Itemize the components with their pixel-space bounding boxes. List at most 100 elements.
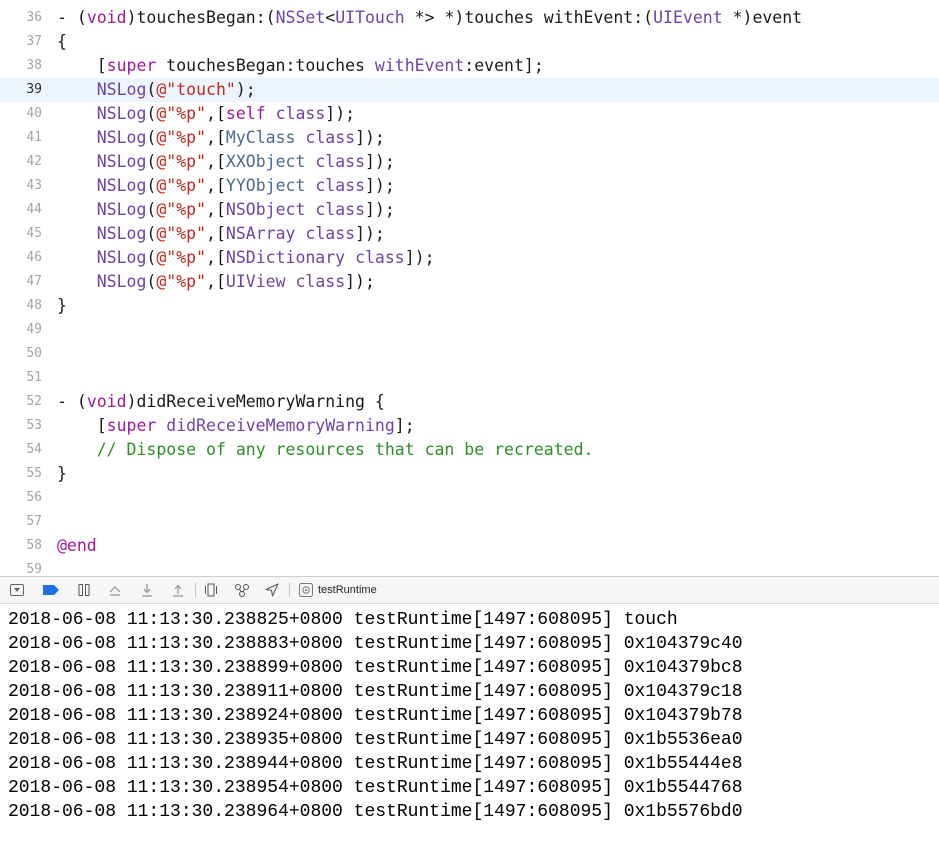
code-line[interactable]: 56 bbox=[0, 486, 939, 510]
code-text[interactable]: @end bbox=[57, 534, 97, 558]
code-line[interactable]: 46 NSLog(@"%p",[NSDictionary class]); bbox=[0, 246, 939, 270]
line-number[interactable]: 40 bbox=[0, 102, 42, 126]
console-log-line: 2018-06-08 11:13:30.238911+0800 testRunt… bbox=[8, 682, 743, 702]
step-over-button[interactable] bbox=[106, 582, 124, 598]
code-text[interactable]: // Dispose of any resources that can be … bbox=[57, 438, 594, 462]
code-text[interactable]: NSLog(@"%p",[XXObject class]); bbox=[57, 150, 395, 174]
simulate-location-button[interactable] bbox=[263, 582, 281, 598]
line-number[interactable]: 50 bbox=[0, 342, 42, 366]
code-line[interactable]: 53 [super didReceiveMemoryWarning]; bbox=[0, 414, 939, 438]
line-number[interactable]: 37 bbox=[0, 30, 42, 54]
line-number[interactable]: 44 bbox=[0, 198, 42, 222]
code-line[interactable]: 48} bbox=[0, 294, 939, 318]
code-token: - ( bbox=[57, 8, 87, 27]
code-line[interactable]: 38 [super touchesBegan:touches withEvent… bbox=[0, 54, 939, 78]
target-label[interactable]: testRuntime bbox=[318, 583, 377, 597]
hide-debug-area-button[interactable] bbox=[8, 582, 26, 598]
code-token: class bbox=[295, 272, 346, 291]
code-token: UIEvent bbox=[653, 8, 723, 27]
code-line[interactable]: 52 - (void)didReceiveMemoryWarning { bbox=[0, 390, 939, 414]
code-token: NSArray bbox=[225, 224, 296, 243]
line-number[interactable]: 54 bbox=[0, 438, 42, 462]
code-text[interactable]: } bbox=[57, 462, 67, 486]
code-text[interactable]: NSLog(@"%p",[self class]); bbox=[57, 102, 355, 126]
code-line[interactable]: 49 bbox=[0, 318, 939, 342]
code-line[interactable]: 43 NSLog(@"%p",[YYObject class]); bbox=[0, 174, 939, 198]
code-line[interactable]: 42 NSLog(@"%p",[XXObject class]); bbox=[0, 150, 939, 174]
pause-button[interactable] bbox=[75, 582, 93, 598]
code-token: ]); bbox=[365, 152, 395, 171]
code-line[interactable]: 51 bbox=[0, 366, 939, 390]
console-output[interactable]: 2018-06-08 11:13:30.238825+0800 testRunt… bbox=[0, 604, 939, 850]
code-line[interactable]: 44 NSLog(@"%p",[NSObject class]); bbox=[0, 198, 939, 222]
line-number[interactable]: 57 bbox=[0, 510, 42, 534]
line-number[interactable]: 42 bbox=[0, 150, 42, 174]
code-text[interactable]: [super didReceiveMemoryWarning]; bbox=[57, 414, 415, 438]
code-text[interactable]: NSLog(@"touch"); bbox=[57, 78, 256, 102]
line-number[interactable]: 38 bbox=[0, 54, 42, 78]
line-number[interactable]: 36 bbox=[0, 6, 42, 30]
code-line[interactable]: 40 NSLog(@"%p",[self class]); bbox=[0, 102, 939, 126]
code-text[interactable]: [super touchesBegan:touches withEvent:ev… bbox=[57, 54, 544, 78]
code-line[interactable]: 39 NSLog(@"touch"); bbox=[0, 78, 939, 102]
line-number[interactable]: 53 bbox=[0, 414, 42, 438]
target-selector[interactable] bbox=[297, 582, 315, 598]
code-text[interactable]: NSLog(@"%p",[YYObject class]); bbox=[57, 174, 395, 198]
code-token: ,[ bbox=[206, 248, 226, 267]
line-number[interactable]: 43 bbox=[0, 174, 42, 198]
code-text[interactable]: NSLog(@"%p",[NSDictionary class]); bbox=[57, 246, 435, 270]
line-number[interactable]: 51 bbox=[0, 366, 42, 390]
code-line[interactable]: 54 // Dispose of any resources that can … bbox=[0, 438, 939, 462]
code-line[interactable]: 36 - (void)touchesBegan:(NSSet<UITouch *>… bbox=[0, 6, 939, 30]
code-text[interactable]: NSLog(@"%p",[NSArray class]); bbox=[57, 222, 385, 246]
code-text[interactable]: { bbox=[57, 30, 67, 54]
code-line[interactable]: 47 NSLog(@"%p",[UIView class]); bbox=[0, 270, 939, 294]
code-line[interactable]: 59 bbox=[0, 558, 939, 576]
code-token: // Dispose of any resources that can be … bbox=[96, 440, 594, 459]
line-number[interactable]: 55 bbox=[0, 462, 42, 486]
line-number[interactable]: 45 bbox=[0, 222, 42, 246]
step-out-icon bbox=[173, 584, 183, 597]
code-text[interactable]: NSLog(@"%p",[NSObject class]); bbox=[57, 198, 395, 222]
line-number[interactable]: 48 bbox=[0, 294, 42, 318]
code-line[interactable]: 37 { bbox=[0, 30, 939, 54]
code-line[interactable]: 58 @end bbox=[0, 534, 939, 558]
code-editor[interactable]: 36 - (void)touchesBegan:(NSSet<UITouch *>… bbox=[0, 0, 939, 576]
code-text[interactable]: } bbox=[57, 294, 67, 318]
line-number[interactable]: 49 bbox=[0, 318, 42, 342]
code-text[interactable]: - (void)didReceiveMemoryWarning { bbox=[57, 390, 385, 414]
memory-graph-button[interactable] bbox=[233, 582, 251, 598]
code-line[interactable]: 45 NSLog(@"%p",[NSArray class]); bbox=[0, 222, 939, 246]
line-number[interactable]: 52 bbox=[0, 390, 42, 414]
line-number[interactable]: 56 bbox=[0, 486, 42, 510]
code-line[interactable]: 55} bbox=[0, 462, 939, 486]
console-log-line: 2018-06-08 11:13:30.238944+0800 testRunt… bbox=[8, 754, 743, 774]
line-number[interactable]: 47 bbox=[0, 270, 42, 294]
step-into-button[interactable] bbox=[138, 582, 156, 598]
line-number[interactable]: 41 bbox=[0, 126, 42, 150]
code-text[interactable]: - (void)touchesBegan:(NSSet<UITouch *> *… bbox=[57, 6, 802, 30]
line-number[interactable]: 59 bbox=[0, 558, 42, 576]
line-number[interactable]: 46 bbox=[0, 246, 42, 270]
code-token: ]); bbox=[365, 176, 395, 195]
code-token: NSLog bbox=[96, 224, 147, 243]
toggle-breakpoints-button[interactable] bbox=[42, 582, 60, 598]
line-number[interactable]: 58 bbox=[0, 534, 42, 558]
code-token: *> *)touches withEvent:( bbox=[404, 8, 654, 27]
code-line[interactable]: 57 bbox=[0, 510, 939, 534]
code-text[interactable]: NSLog(@"%p",[UIView class]); bbox=[57, 270, 375, 294]
code-token: @"%p" bbox=[156, 200, 207, 219]
line-number[interactable]: 39 bbox=[0, 78, 42, 102]
code-text[interactable]: NSLog(@"%p",[MyClass class]); bbox=[57, 126, 385, 150]
view-hierarchy-button[interactable] bbox=[202, 582, 220, 598]
code-line[interactable]: 50 bbox=[0, 342, 939, 366]
step-out-button[interactable] bbox=[169, 582, 187, 598]
code-line[interactable]: 41 NSLog(@"%p",[MyClass class]); bbox=[0, 126, 939, 150]
code-token: class bbox=[355, 248, 405, 267]
code-token: ]); bbox=[325, 104, 356, 123]
